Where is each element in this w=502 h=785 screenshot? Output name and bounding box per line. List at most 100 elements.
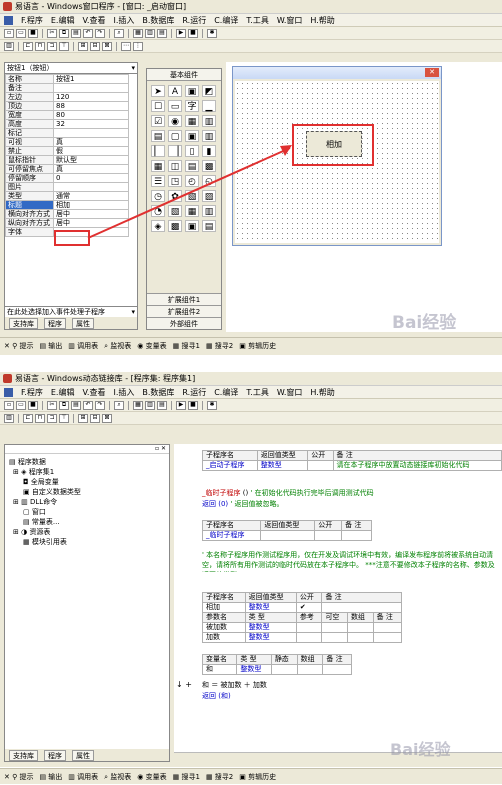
horizontal-scrollbar[interactable] [174, 752, 502, 762]
code-line-return-sum[interactable]: 返回 (和) [202, 691, 231, 701]
cell-var-array[interactable] [296, 664, 324, 675]
menu-tools[interactable]: T.工具 [246, 387, 268, 398]
new-file-icon[interactable]: ▫ [4, 400, 14, 410]
cell-return-type[interactable]: 整数型 [256, 460, 309, 471]
align-right-icon[interactable]: ⊐ [47, 413, 57, 423]
th-sub-name: 子程序名 [201, 520, 262, 531]
tree-item-constants[interactable]: ▤ 常量表... [9, 517, 165, 527]
status-search1[interactable]: ▦ 搜寻1 [173, 772, 200, 782]
paste-icon[interactable]: ▤ [71, 400, 81, 410]
th-param-type: 类 型 [244, 612, 297, 623]
menu-edit[interactable]: E.编辑 [51, 387, 75, 398]
align-icon[interactable]: ▥ [4, 413, 14, 423]
same-height-icon[interactable]: ⊟ [90, 413, 100, 423]
bottom-window-title: 易语言 - Windows动态链接库 - [程序集: 程序集1] [15, 374, 196, 383]
menu-help[interactable]: H.帮助 [310, 387, 334, 398]
menu-program[interactable]: F.程序 [21, 387, 43, 398]
status-var-table[interactable]: ◉ 变量表 [137, 341, 166, 351]
tree-item-program-data[interactable]: ▤ 程序数据 [9, 457, 165, 467]
cell-public[interactable] [314, 530, 343, 541]
menu-insert[interactable]: I.插入 [113, 387, 134, 398]
cell-sub-name[interactable]: 相加 [202, 602, 246, 613]
tree-item-assembly[interactable]: ⊞ ◈ 程序集1 [9, 467, 165, 477]
align-left-icon[interactable]: ⊏ [23, 413, 33, 423]
align-top-icon[interactable]: ⊤ [59, 413, 69, 423]
copy-icon[interactable]: ⧉ [59, 400, 69, 410]
tab-support-library[interactable]: 支持库 [9, 749, 38, 761]
code-line-return-0[interactable]: 返回 (0) ' 返回值被忽略。 [202, 499, 284, 509]
tab-properties[interactable]: 属性 [72, 749, 94, 761]
menu-database[interactable]: B.数据库 [142, 387, 174, 398]
top-status-bar: ✕ ⚲ 提示 ▤ 输出 ▥ 调用表 ⌕ 监视表 ◉ 变量表 ▦ 搜寻1 ▦ 搜寻… [0, 337, 502, 353]
status-hint[interactable]: ✕ ⚲ 提示 [4, 341, 33, 351]
status-watch-table[interactable]: ⌕ 监视表 [104, 772, 131, 782]
cell-note[interactable] [321, 602, 402, 613]
tree-item-window[interactable]: ▢ 窗口 [9, 507, 165, 517]
status-watch-table[interactable]: ⌕ 监视表 [104, 341, 131, 351]
menu-compile[interactable]: C.编译 [214, 387, 238, 398]
cell-note[interactable]: 请在本子程序中放置动态链接库初始化代码 [332, 460, 502, 471]
tree-item-resources[interactable]: ⊞ ◑ 资源表 [9, 527, 165, 537]
th-param-name: 参数名 [202, 612, 246, 623]
status-search1[interactable]: ▦ 搜寻1 [173, 341, 200, 351]
tree-item-module-refs[interactable]: ▦ 模块引用表 [9, 537, 165, 547]
cell-param-name[interactable]: 加数 [202, 632, 246, 643]
status-search2[interactable]: ▦ 搜寻2 [206, 341, 233, 351]
layout1-icon[interactable]: ▦ [133, 400, 143, 410]
tree-item-dll-commands[interactable]: ⊞ ▥ DLL命令 [9, 497, 165, 507]
menu-window[interactable]: W.窗口 [277, 387, 303, 398]
status-clip-history[interactable]: ▣ 剪辑历史 [239, 341, 276, 351]
menu-view[interactable]: V.查看 [82, 387, 105, 398]
layout2-icon[interactable]: ▥ [145, 400, 155, 410]
menu-run[interactable]: R.运行 [182, 387, 206, 398]
cell-sub-name[interactable]: _临时子程序 [201, 530, 262, 541]
same-width-icon[interactable]: ⊞ [78, 413, 88, 423]
redo-icon[interactable]: ↷ [95, 400, 105, 410]
cell-public[interactable] [307, 460, 334, 471]
cell-var-type[interactable]: 整数型 [236, 664, 272, 675]
close-icon[interactable]: ✕ [161, 445, 166, 452]
cell-return-type[interactable]: 整数型 [244, 602, 297, 613]
tree-item-custom-types[interactable]: ▣ 自定义数据类型 [9, 487, 165, 497]
align-center-icon[interactable]: ⊓ [35, 413, 45, 423]
cell-return-type[interactable] [260, 530, 316, 541]
cell-param-type[interactable]: 整数型 [244, 632, 297, 643]
status-call-table[interactable]: ▥ 调用表 [68, 341, 98, 351]
status-hint[interactable]: ✕ ⚲ 提示 [4, 772, 33, 782]
code-line-sum[interactable]: 和 ＝ 被加数 ＋ 加数 [202, 680, 267, 690]
status-search2[interactable]: ▦ 搜寻2 [206, 772, 233, 782]
bottom-toolbar-1: ▫ ▭ ■ ✂ ⧉ ▤ ↶ ↷ ⌕ ▦ ▥ ▤ ▶ ■ ✱ [0, 399, 502, 412]
cell-public-check[interactable]: ✔ [295, 602, 323, 613]
open-folder-icon[interactable]: ▭ [16, 400, 26, 410]
debug-icon[interactable]: ✱ [207, 400, 217, 410]
status-clip-history[interactable]: ▣ 剪辑历史 [239, 772, 276, 782]
layout3-icon[interactable]: ▤ [157, 400, 167, 410]
cell-note[interactable] [341, 530, 372, 541]
insert-marker-icon[interactable]: ↓ + [176, 680, 192, 689]
cell-sub-name[interactable]: _启动子程序 [202, 460, 258, 471]
same-size-icon[interactable]: ⊠ [102, 413, 112, 423]
cut-icon[interactable]: ✂ [47, 400, 57, 410]
cell-var-note[interactable] [322, 664, 352, 675]
code-line-temp-sub[interactable]: _临时子程序 () ' 在初始化代码执行完毕后调用测试代码 [202, 488, 374, 498]
code-editor[interactable]: 子程序名 返回值类型 公开 备 注 _启动子程序 整数型 请在本子程序中放置动态… [174, 444, 502, 762]
cell-param-type[interactable]: 整数型 [244, 622, 297, 633]
status-output[interactable]: ▤ 输出 [39, 772, 62, 782]
tree-item-global-vars[interactable]: ◘ 全局变量 [9, 477, 165, 487]
cell-param-name[interactable]: 被加数 [202, 622, 246, 633]
th-param-note: 备 注 [372, 612, 403, 623]
undo-icon[interactable]: ↶ [83, 400, 93, 410]
save-icon[interactable]: ■ [28, 400, 38, 410]
status-var-table[interactable]: ◉ 变量表 [137, 772, 166, 782]
stop-icon[interactable]: ■ [188, 400, 198, 410]
status-call-table[interactable]: ▥ 调用表 [68, 772, 98, 782]
code-comment-block[interactable]: ' 本名称子程序用作测试程序用，仅在开发及调试环境中有效，编译发布程序前将被系统… [202, 550, 500, 572]
run-icon[interactable]: ▶ [176, 400, 186, 410]
pin-icon[interactable]: ▫ [155, 445, 159, 452]
tab-program[interactable]: 程序 [44, 749, 66, 761]
cell-var-static[interactable] [270, 664, 298, 675]
cell-var-name[interactable]: 和 [201, 664, 238, 675]
status-output[interactable]: ▤ 输出 [39, 341, 62, 351]
project-tree: ▤ 程序数据 ⊞ ◈ 程序集1 ◘ 全局变量 ▣ 自定义数据类型 ⊞ ▥ DLL… [5, 454, 169, 550]
find-icon[interactable]: ⌕ [114, 400, 124, 410]
